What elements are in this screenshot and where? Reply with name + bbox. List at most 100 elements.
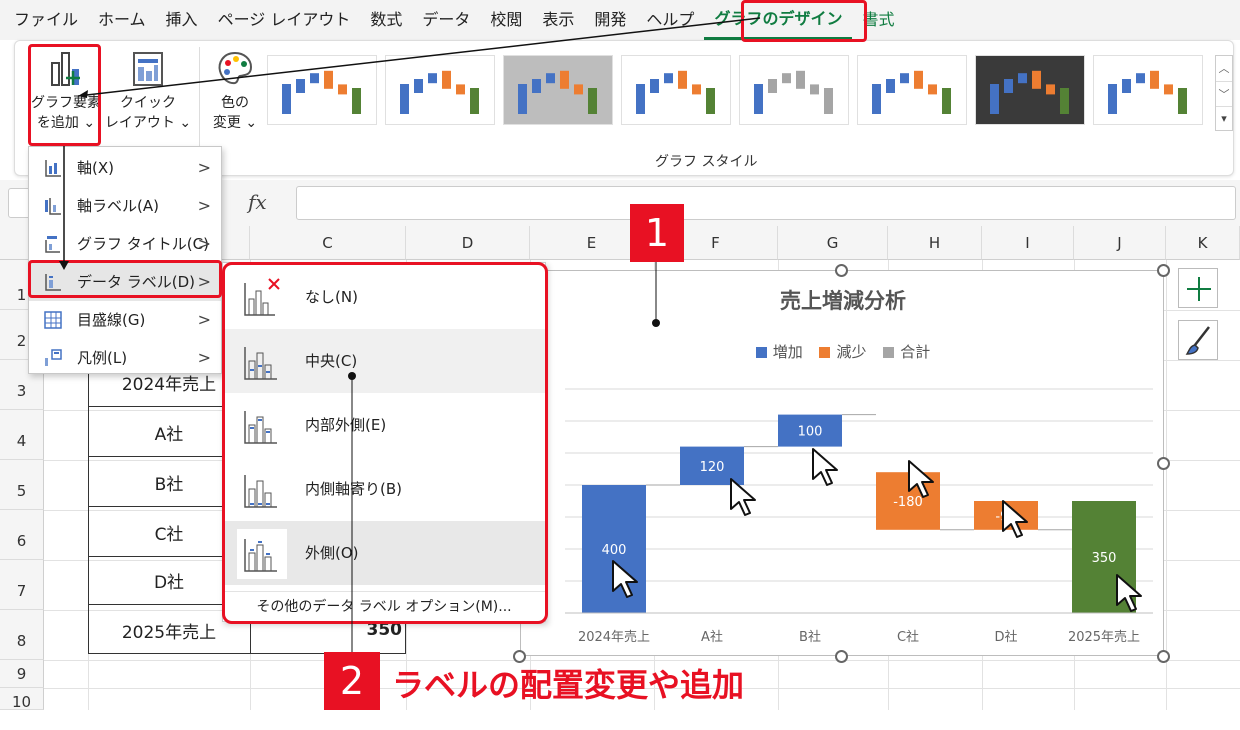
menu-item-legend-label: 凡例(L) bbox=[77, 349, 128, 367]
row-header-6[interactable]: 6 bbox=[0, 510, 44, 560]
row-header-8[interactable]: 8 bbox=[0, 610, 44, 660]
highlight-chart-design-tab bbox=[741, 0, 867, 42]
change-colors-label-2: 変更 ⌄ bbox=[212, 115, 258, 131]
tab-formulas[interactable]: 数式 bbox=[360, 0, 412, 40]
preview-bar bbox=[338, 84, 347, 95]
column-header-i[interactable]: I bbox=[982, 226, 1074, 260]
plus-icon bbox=[1187, 277, 1211, 301]
submenu-arrow-icon: > bbox=[197, 310, 211, 329]
waterfall-chart[interactable]: 売上増減分析 増加 減少 合計 400 2024年売上 120 A社 100 B社 -180… bbox=[520, 270, 1164, 656]
chart-plot-area[interactable]: 4002024年売上120A社100B社-180C社-90D社3502025年売… bbox=[521, 271, 1165, 657]
column-header-g[interactable]: G bbox=[778, 226, 888, 260]
tab-page-layout[interactable]: ページ レイアウト bbox=[208, 0, 361, 40]
excel-window: ファイル ホーム 挿入 ページ レイアウト 数式 データ 校閲 表示 開発 ヘル… bbox=[0, 0, 1240, 730]
chart-style-thumbnail[interactable] bbox=[621, 55, 731, 125]
axis-titles-icon bbox=[45, 198, 61, 215]
row-header-10[interactable]: 10 bbox=[0, 688, 44, 711]
menu-item-legend[interactable]: 凡例(L) > bbox=[29, 339, 221, 377]
function-icon[interactable]: fx bbox=[248, 190, 267, 214]
resize-handle[interactable] bbox=[1157, 650, 1170, 663]
row-header-5[interactable]: 5 bbox=[0, 460, 44, 510]
gridline bbox=[1166, 260, 1167, 710]
chart-style-preview-icon bbox=[400, 70, 479, 114]
chart-style-thumbnail[interactable] bbox=[739, 55, 849, 125]
cursor-icon bbox=[812, 448, 838, 486]
row-header-9[interactable]: 9 bbox=[0, 660, 44, 688]
chart-styles-button[interactable] bbox=[1178, 320, 1218, 360]
gallery-scroll[interactable]: ︿ ﹀ ▾ bbox=[1215, 55, 1233, 131]
tab-developer[interactable]: 開発 bbox=[584, 0, 636, 40]
preview-bar bbox=[296, 79, 305, 93]
preview-bar bbox=[1060, 88, 1069, 114]
chart-category-label: D社 bbox=[994, 629, 1017, 645]
chart-styles-group-label: グラフ スタイル bbox=[655, 154, 758, 170]
formula-input[interactable] bbox=[296, 186, 1236, 220]
submenu-arrow-icon: > bbox=[197, 348, 211, 367]
submenu-arrow-icon: > bbox=[197, 196, 211, 215]
resize-handle[interactable] bbox=[835, 650, 848, 663]
preview-bar bbox=[872, 84, 881, 114]
preview-bar bbox=[310, 73, 319, 84]
tab-file[interactable]: ファイル bbox=[0, 0, 88, 40]
gallery-up-icon[interactable]: ︿ bbox=[1216, 56, 1232, 81]
brush-icon bbox=[1185, 326, 1210, 355]
preview-bar bbox=[664, 73, 673, 84]
preview-bar bbox=[754, 84, 763, 114]
tab-home[interactable]: ホーム bbox=[88, 0, 156, 40]
chart-style-thumbnail[interactable] bbox=[385, 55, 495, 125]
tab-help[interactable]: ヘルプ bbox=[636, 0, 704, 40]
column-header-h[interactable]: H bbox=[888, 226, 982, 260]
menu-item-axis-titles[interactable]: 軸ラベル(A) > bbox=[29, 187, 221, 225]
preview-bar bbox=[400, 84, 409, 114]
menu-item-gridlines-label: 目盛線(G) bbox=[77, 311, 146, 329]
chart-style-thumbnail[interactable] bbox=[857, 55, 967, 125]
menu-item-chart-title[interactable]: グラフ タイトル(C) > bbox=[29, 225, 221, 263]
tab-insert[interactable]: 挿入 bbox=[156, 0, 208, 40]
preview-bar bbox=[574, 84, 583, 95]
chart-style-thumbnail[interactable] bbox=[503, 55, 613, 125]
gallery-more-icon[interactable]: ▾ bbox=[1216, 106, 1232, 130]
chart-data-label: -180 bbox=[893, 495, 923, 510]
preview-bar bbox=[900, 73, 909, 84]
preview-bar bbox=[1032, 70, 1041, 89]
resize-handle[interactable] bbox=[1157, 264, 1170, 277]
chart-elements-button[interactable] bbox=[1178, 268, 1218, 308]
chart-data-label: 100 bbox=[798, 425, 823, 440]
row-header-7[interactable]: 7 bbox=[0, 560, 44, 610]
preview-bar bbox=[546, 73, 555, 84]
preview-bar bbox=[588, 88, 597, 114]
chart-data-label: 400 bbox=[602, 543, 627, 558]
row-header-4[interactable]: 4 bbox=[0, 410, 44, 460]
preview-bar bbox=[1018, 73, 1027, 84]
preview-bar bbox=[928, 84, 937, 95]
tab-view[interactable]: 表示 bbox=[532, 0, 584, 40]
quick-layout-label-1: クイック bbox=[120, 95, 176, 111]
preview-bar bbox=[650, 79, 659, 93]
change-colors-button[interactable]: 色の 変更 ⌄ bbox=[205, 49, 265, 145]
resize-handle[interactable] bbox=[1157, 457, 1170, 470]
resize-handle[interactable] bbox=[835, 264, 848, 277]
column-header-j[interactable]: J bbox=[1074, 226, 1166, 260]
preview-bar bbox=[1150, 70, 1159, 89]
preview-bar bbox=[470, 88, 479, 114]
preview-bar bbox=[636, 84, 645, 114]
chart-style-thumbnail[interactable] bbox=[975, 55, 1085, 125]
tab-review[interactable]: 校閲 bbox=[480, 0, 532, 40]
menu-item-axes-label: 軸(X) bbox=[77, 159, 114, 177]
tab-data[interactable]: データ bbox=[412, 0, 480, 40]
chart-style-thumbnail[interactable] bbox=[1093, 55, 1203, 125]
preview-bar bbox=[532, 79, 541, 93]
gallery-down-icon[interactable]: ﹀ bbox=[1216, 81, 1232, 106]
menu-item-gridlines[interactable]: 目盛線(G) > bbox=[29, 301, 221, 339]
preview-bar bbox=[782, 73, 791, 84]
quick-layout-button[interactable]: クイック レイアウト ⌄ bbox=[103, 49, 193, 145]
column-header-c[interactable]: C bbox=[250, 226, 406, 260]
highlight-add-chart-element bbox=[28, 44, 101, 146]
chart-style-thumbnail[interactable] bbox=[267, 55, 377, 125]
preview-bar bbox=[1004, 79, 1013, 93]
column-header-d[interactable]: D bbox=[406, 226, 530, 260]
preview-bar bbox=[428, 73, 437, 84]
column-header-k[interactable]: K bbox=[1166, 226, 1240, 260]
chart-style-preview-icon bbox=[1108, 70, 1187, 114]
menu-item-axes[interactable]: 軸(X) > bbox=[29, 149, 221, 187]
